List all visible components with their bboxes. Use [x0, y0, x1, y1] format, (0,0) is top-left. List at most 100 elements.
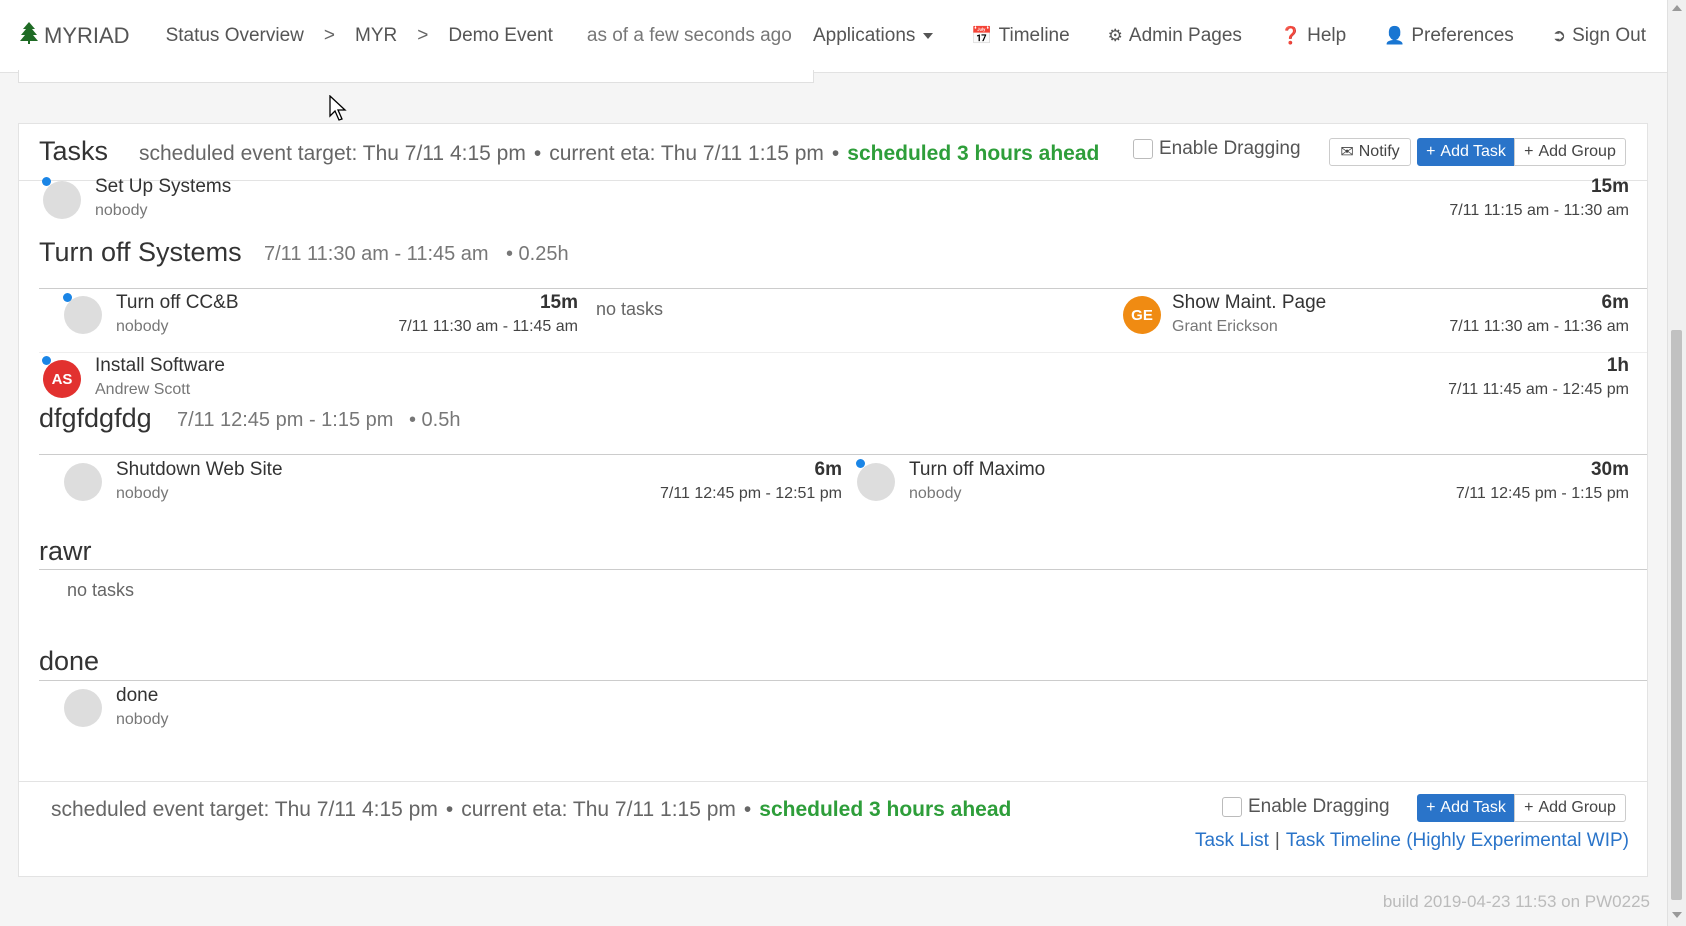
- add-group-label: Add Group: [1538, 799, 1616, 816]
- admin-pages-link[interactable]: ⚙ Admin Pages: [1108, 25, 1242, 47]
- brand-name: MYRIAD: [44, 23, 130, 48]
- bullet: •: [445, 798, 454, 821]
- link-separator: |: [1274, 830, 1280, 851]
- group-title: rawr: [39, 536, 92, 566]
- group-title: done: [39, 646, 100, 676]
- breadcrumb-myr[interactable]: MYR: [355, 25, 397, 47]
- add-task-button[interactable]: + Add Task: [1417, 138, 1515, 166]
- avatar-initials: AS: [51, 370, 73, 388]
- task-owner: nobody: [116, 318, 169, 335]
- as-of-timestamp: as of a few seconds ago: [586, 25, 792, 46]
- preferences-label: Preferences: [1411, 25, 1514, 46]
- task-owner: Andrew Scott: [95, 381, 191, 398]
- enable-dragging-toggle[interactable]: Enable Dragging: [1133, 138, 1301, 160]
- timeline-label: Timeline: [998, 25, 1070, 46]
- enable-dragging-checkbox[interactable]: [1133, 139, 1153, 159]
- task-duration: 1h: [1606, 355, 1629, 376]
- task-time-range: 7/11 12:45 pm - 12:51 pm: [659, 485, 842, 502]
- top-navbar: MYRIAD Status Overview > MYR > Demo Even…: [0, 0, 1668, 73]
- tasks-panel-header: Tasks scheduled event target: Thu 7/11 4…: [19, 124, 1647, 181]
- task-name: Show Maint. Page: [1172, 292, 1327, 313]
- add-task-button[interactable]: + Add Task: [1417, 794, 1515, 822]
- task-owner: nobody: [116, 711, 169, 728]
- caret-down-icon: [923, 33, 934, 39]
- group-divider: [39, 454, 1647, 455]
- enable-dragging-toggle[interactable]: Enable Dragging: [1222, 796, 1390, 818]
- help-label: Help: [1307, 25, 1347, 46]
- task-time-range: 7/11 12:45 pm - 1:15 pm: [1455, 485, 1629, 502]
- current-eta: current eta: Thu 7/11 1:15 pm: [461, 798, 736, 821]
- avatar: [64, 296, 102, 334]
- sign-out-link[interactable]: ➲ Sign Out: [1552, 25, 1646, 47]
- group-divider: [39, 569, 1647, 570]
- mouse-cursor-icon: [329, 95, 347, 121]
- ahead-status: scheduled 3 hours ahead: [847, 142, 1100, 165]
- avatar: [64, 689, 102, 727]
- brand[interactable]: MYRIAD: [20, 22, 130, 50]
- sign-out-icon: ➲: [1551, 26, 1567, 45]
- row-divider: [39, 352, 1647, 353]
- no-tasks-label: no tasks: [596, 299, 664, 319]
- plus-icon: +: [1426, 799, 1436, 816]
- breadcrumb-status-overview[interactable]: Status Overview: [166, 25, 304, 47]
- task-duration: 15m: [1590, 176, 1629, 197]
- ahead-status: scheduled 3 hours ahead: [759, 798, 1012, 821]
- task-time-range: 7/11 11:45 am - 12:45 pm: [1448, 381, 1629, 398]
- task-time-range: 7/11 11:30 am - 11:36 am: [1449, 318, 1629, 335]
- group-divider: [39, 288, 1647, 289]
- breadcrumb-separator: >: [417, 25, 429, 46]
- avatar: [43, 181, 81, 219]
- add-task-label: Add Task: [1440, 799, 1506, 816]
- add-group-button[interactable]: + Add Group: [1514, 138, 1626, 166]
- scrollbar-thumb[interactable]: [1671, 330, 1682, 900]
- task-list-link[interactable]: Task List: [1195, 830, 1269, 851]
- avatar: AS: [43, 360, 81, 398]
- bullet: •: [831, 142, 840, 165]
- group-time-range: 7/11 11:30 am - 11:45 am: [264, 243, 489, 265]
- build-info: build 2019-04-23 11:53 on PW0225: [1382, 892, 1650, 911]
- avatar: GE: [1123, 296, 1161, 334]
- task-name: Install Software: [95, 355, 225, 376]
- avatar-initials: GE: [1131, 306, 1153, 324]
- help-link[interactable]: ❓ Help: [1280, 25, 1346, 47]
- tree-logo-icon: [20, 22, 38, 50]
- plus-icon: +: [1524, 799, 1534, 816]
- task-name: Turn off Maximo: [909, 459, 1046, 480]
- notify-button[interactable]: ✉ Notify: [1329, 138, 1411, 166]
- calendar-icon: 📅: [971, 26, 993, 45]
- avatar: [857, 463, 895, 501]
- scroll-down-icon[interactable]: [1672, 912, 1682, 918]
- enable-dragging-label: Enable Dragging: [1159, 138, 1301, 159]
- avatar: [64, 463, 102, 501]
- task-duration: 6m: [814, 459, 842, 480]
- task-owner: nobody: [909, 485, 962, 502]
- applications-menu[interactable]: Applications: [813, 25, 934, 47]
- breadcrumb-demo-event[interactable]: Demo Event: [448, 25, 553, 47]
- plus-icon: +: [1524, 143, 1534, 160]
- task-name: done: [116, 685, 159, 706]
- preferences-link[interactable]: 👤 Preferences: [1384, 25, 1514, 47]
- task-name: Turn off CC&B: [116, 292, 239, 313]
- user-icon: 👤: [1384, 26, 1406, 45]
- tasks-panel: Tasks scheduled event target: Thu 7/11 4…: [18, 123, 1648, 877]
- envelope-icon: ✉: [1340, 144, 1354, 161]
- group-title: Turn off Systems: [39, 237, 242, 267]
- no-tasks-label: no tasks: [67, 580, 135, 600]
- timeline-link[interactable]: 📅 Timeline: [971, 25, 1069, 47]
- sign-out-label: Sign Out: [1572, 25, 1646, 46]
- task-owner: Grant Erickson: [1172, 318, 1278, 335]
- task-name: Set Up Systems: [95, 176, 232, 197]
- task-timeline-link[interactable]: Task Timeline (Highly Experimental WIP): [1286, 830, 1629, 851]
- bullet: •: [743, 798, 752, 821]
- page-scrollbar[interactable]: [1667, 0, 1686, 926]
- group-time-range: 7/11 12:45 pm - 1:15 pm: [177, 409, 394, 431]
- scroll-up-icon[interactable]: [1672, 5, 1682, 11]
- previous-panel-bottom: [18, 70, 814, 83]
- admin-pages-label: Admin Pages: [1128, 25, 1242, 46]
- schedule-summary: scheduled event target: Thu 7/11 4:15 pm…: [51, 798, 1011, 822]
- task-name: Shutdown Web Site: [116, 459, 283, 480]
- bullet: •: [533, 142, 542, 165]
- enable-dragging-checkbox[interactable]: [1222, 797, 1242, 817]
- task-time-range: 7/11 11:30 am - 11:45 am: [398, 318, 578, 335]
- add-group-button[interactable]: + Add Group: [1514, 794, 1626, 822]
